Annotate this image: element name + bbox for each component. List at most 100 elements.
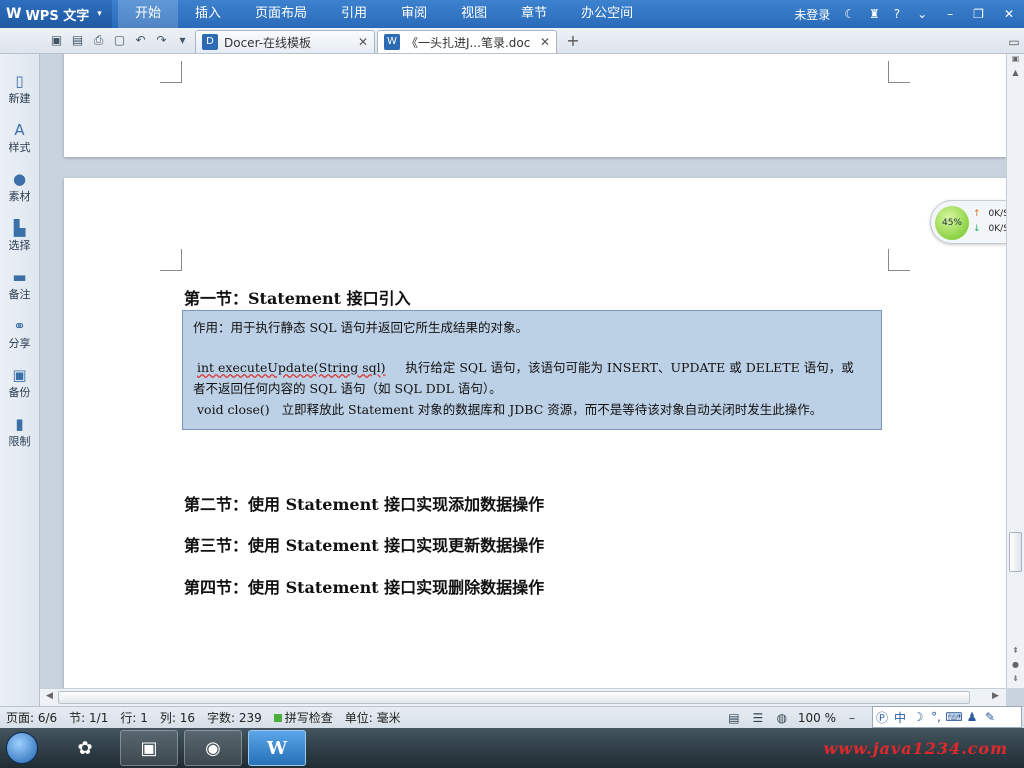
close-code: void close() bbox=[196, 402, 270, 417]
menu-view[interactable]: 视图 bbox=[444, 0, 504, 28]
outline-view-icon[interactable]: ☰ bbox=[746, 711, 770, 725]
spell-check-indicator-icon bbox=[273, 713, 282, 722]
close-tab-icon[interactable]: ✕ bbox=[358, 35, 368, 49]
tab-bar: ▣ ▤ ⎙ ▢ ↶ ↷ ▾ D Docer-在线模板 ✕ W 《一头扎进J...… bbox=[0, 28, 1024, 54]
tab-docer-label: Docer-在线模板 bbox=[224, 35, 312, 50]
print-icon[interactable]: ⎙ bbox=[88, 33, 109, 48]
menu-office-space[interactable]: 办公空间 bbox=[564, 0, 650, 28]
collapse-icon[interactable]: ⌄ bbox=[907, 7, 937, 21]
ime-user-icon[interactable]: ♟ bbox=[963, 710, 981, 724]
minimize-icon[interactable]: – bbox=[937, 7, 963, 21]
save-icon[interactable]: ▤ bbox=[67, 33, 88, 47]
crop-mark bbox=[160, 61, 182, 83]
sidebar-item-material[interactable]: ● 素材 bbox=[0, 162, 39, 211]
new-doc-icon: ▯ bbox=[15, 71, 24, 90]
app-name: WPS 文字 bbox=[25, 8, 90, 24]
redo-icon[interactable]: ↷ bbox=[151, 33, 172, 47]
sidebar-item-backup[interactable]: ▣ 备份 bbox=[0, 358, 39, 407]
new-tab-button[interactable]: + bbox=[561, 30, 585, 53]
sidebar-item-new[interactable]: ▯ 新建 bbox=[0, 64, 39, 113]
select-browse-icon[interactable]: ● bbox=[1007, 660, 1024, 674]
start-button[interactable] bbox=[0, 728, 44, 768]
restore-icon[interactable]: ❐ bbox=[963, 7, 994, 21]
vertical-scrollbar[interactable]: ▣ ▲ ⇞ ● ⇟ bbox=[1006, 54, 1024, 688]
vertical-scroll-thumb[interactable] bbox=[1009, 532, 1022, 572]
ime-moon-icon[interactable]: ☽ bbox=[909, 710, 927, 724]
menu-home[interactable]: 开始 bbox=[118, 0, 179, 28]
sidebar-item-restrict[interactable]: ▮ 限制 bbox=[0, 407, 39, 456]
prev-page-icon[interactable]: ⇞ bbox=[1007, 646, 1024, 660]
undo-icon[interactable]: ↶ bbox=[130, 33, 151, 47]
taskbar-app-wps[interactable]: W bbox=[248, 730, 306, 766]
horizontal-scrollbar[interactable]: ◀ ▶ bbox=[40, 688, 1006, 706]
zoom-out-icon[interactable]: – bbox=[840, 711, 864, 725]
title-bar: W WPS 文字 ▾ 开始 插入 页面布局 引用 审阅 视图 章节 办公空间 未… bbox=[0, 0, 1024, 28]
watermark-text: www.java1234.com bbox=[823, 738, 1008, 758]
box-line-3: 者不返回任何内容的 SQL 语句（如 SQL DDL 语句）。 bbox=[193, 381, 502, 396]
ime-logo-icon[interactable]: Ⓟ bbox=[873, 709, 891, 726]
status-unit[interactable]: 单位: 毫米 bbox=[339, 709, 407, 726]
sidebar-item-share[interactable]: ⚭ 分享 bbox=[0, 309, 39, 358]
ime-settings-icon[interactable]: ✎ bbox=[981, 710, 999, 724]
document-canvas[interactable]: 第一节：Statement 接口引入 作用：用于执行静态 SQL 语句并返回它所… bbox=[40, 54, 1006, 688]
menu-references[interactable]: 引用 bbox=[324, 0, 384, 28]
taskbar-app-camtasia[interactable]: ▣ bbox=[120, 730, 178, 766]
status-section: 节: 1/1 bbox=[69, 711, 109, 725]
scroll-right-arrow-icon[interactable]: ▶ bbox=[992, 691, 999, 701]
status-page[interactable]: 页面: 6/6 bbox=[0, 709, 63, 726]
section3-heading[interactable]: 第三节：使用 Statement 接口实现更新数据操作 bbox=[184, 532, 544, 556]
login-link[interactable]: 未登录 bbox=[787, 6, 837, 23]
ime-keyboard-icon[interactable]: ⌨ bbox=[945, 710, 963, 724]
tab-document[interactable]: W 《一头扎进J...笔录.doc ✕ bbox=[377, 30, 557, 53]
sidebar-item-note[interactable]: ▬ 备注 bbox=[0, 260, 39, 309]
ime-punct-icon[interactable]: °, bbox=[927, 710, 945, 724]
sidebar-item-label: 样式 bbox=[8, 140, 31, 154]
print-preview-icon[interactable]: ▢ bbox=[109, 33, 130, 47]
menu-page-layout[interactable]: 页面布局 bbox=[238, 0, 324, 28]
sidebar-item-label: 素材 bbox=[8, 189, 31, 203]
app-menu-button[interactable]: W WPS 文字 ▾ bbox=[0, 0, 112, 28]
web-view-icon[interactable]: ◍ bbox=[770, 711, 794, 725]
sidebar-toggle-icon[interactable]: ▣ bbox=[1007, 54, 1024, 68]
next-page-icon[interactable]: ⇟ bbox=[1007, 674, 1024, 688]
menu-chapter[interactable]: 章节 bbox=[504, 0, 564, 28]
previous-page[interactable] bbox=[64, 54, 1006, 157]
page-view-icon[interactable]: ▤ bbox=[722, 711, 746, 725]
horizontal-scroll-thumb[interactable] bbox=[58, 691, 970, 704]
tab-list-icon[interactable]: ▭ bbox=[1004, 31, 1024, 53]
status-word-count[interactable]: 字数: 239 bbox=[201, 709, 268, 726]
execute-update-code: int executeUpdate(String sql) bbox=[196, 360, 386, 375]
ime-mode[interactable]: 中 bbox=[891, 709, 909, 726]
section2-heading[interactable]: 第二节：使用 Statement 接口实现添加数据操作 bbox=[184, 491, 544, 515]
tab-docer[interactable]: D Docer-在线模板 ✕ bbox=[195, 30, 375, 53]
shirt-icon[interactable]: ♜ bbox=[862, 7, 887, 21]
spell-check-toggle[interactable]: 拼写检查 bbox=[268, 709, 339, 726]
menu-review[interactable]: 审阅 bbox=[384, 0, 444, 28]
taskbar-app-recorder[interactable]: ◉ bbox=[184, 730, 242, 766]
backup-icon: ▣ bbox=[12, 365, 27, 384]
sidebar-item-select[interactable]: ▙ 选择 bbox=[0, 211, 39, 260]
close-window-icon[interactable]: ✕ bbox=[994, 7, 1024, 21]
taskbar-app-colorful[interactable]: ✿ bbox=[56, 730, 114, 766]
open-folder-icon[interactable]: ▣ bbox=[46, 33, 67, 47]
close-tab-icon[interactable]: ✕ bbox=[540, 35, 550, 49]
ime-toolbar[interactable]: Ⓟ 中 ☽ °, ⌨ ♟ ✎ bbox=[872, 706, 1022, 728]
scroll-left-arrow-icon[interactable]: ◀ bbox=[46, 691, 53, 701]
menu-insert[interactable]: 插入 bbox=[178, 0, 238, 28]
sidebar-item-label: 限制 bbox=[8, 434, 31, 448]
section4-heading[interactable]: 第四节：使用 Statement 接口实现删除数据操作 bbox=[184, 574, 544, 598]
scroll-up-arrow-icon[interactable]: ▲ bbox=[1007, 68, 1024, 82]
zoom-level[interactable]: 100 % bbox=[794, 711, 840, 725]
definition-box[interactable]: 作用：用于执行静态 SQL 语句并返回它所生成结果的对象。 int execut… bbox=[182, 310, 882, 430]
restrict-icon: ▮ bbox=[15, 414, 24, 433]
status-row: 行: 1 bbox=[120, 711, 148, 725]
skin-icon[interactable]: ☾ bbox=[837, 7, 862, 21]
section1-heading[interactable]: 第一节：Statement 接口引入 bbox=[184, 285, 411, 309]
toolbar-more-icon[interactable]: ▾ bbox=[172, 33, 193, 47]
sidebar-item-style[interactable]: A 样式 bbox=[0, 113, 39, 162]
help-button[interactable]: ? bbox=[887, 7, 907, 21]
note-icon: ▬ bbox=[12, 267, 27, 286]
sidebar-item-label: 备份 bbox=[8, 385, 31, 399]
box-line-4: void close() 立即释放此 Statement 对象的数据库和 JDB… bbox=[193, 399, 871, 420]
current-page[interactable]: 第一节：Statement 接口引入 作用：用于执行静态 SQL 语句并返回它所… bbox=[64, 178, 1006, 688]
